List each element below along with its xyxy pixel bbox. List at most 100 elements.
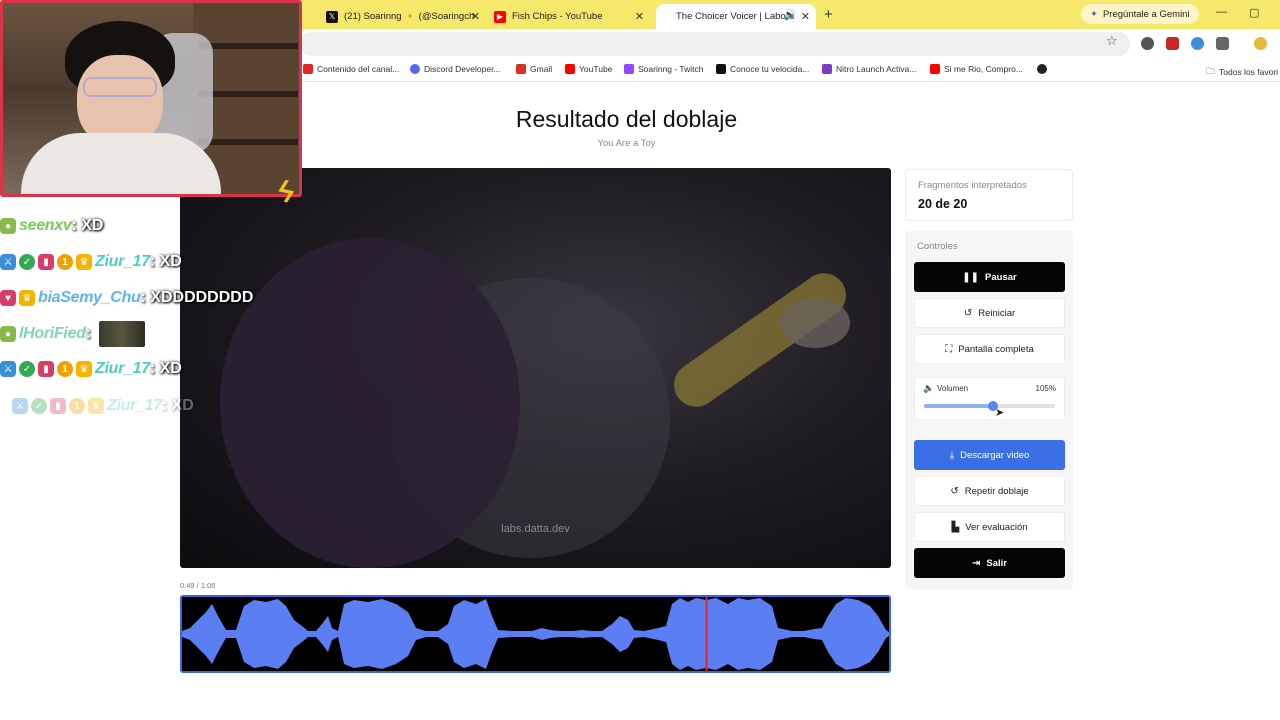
tab-youtube[interactable]: ▶ Fish Chips - YouTube ✕ [486, 4, 650, 29]
gemini-button[interactable]: ✦ Pregúntale a Gemini [1081, 4, 1199, 24]
video-frame-shape [220, 238, 520, 568]
bookmark-item[interactable]: Discord Developer... [410, 64, 501, 74]
tab-label: (21) Soarinng 🔸 (@Soaringch [344, 11, 475, 22]
chat-emote [98, 321, 145, 347]
chat-message: ● lHoriFied : [0, 320, 145, 348]
chat-username: Ziur_17 [107, 397, 162, 414]
youtube-icon [930, 64, 940, 74]
webcam-overlay [0, 0, 302, 197]
fullscreen-icon: ⛶ [945, 343, 953, 355]
sword-badge-icon: ⚔ [0, 254, 16, 270]
fullscreen-button[interactable]: ⛶ Pantalla completa [914, 334, 1065, 364]
bookmark-item[interactable] [1037, 64, 1047, 74]
crown-badge-icon: ♛ [88, 398, 104, 414]
exit-icon: ⇥ [972, 557, 981, 569]
minimize-icon[interactable]: — [1216, 6, 1227, 18]
exit-button[interactable]: ⇥ Salir [914, 548, 1065, 578]
star-icon[interactable]: ☆ [1106, 33, 1118, 49]
streamer-glasses [83, 77, 157, 97]
twitch-icon [624, 64, 634, 74]
chat-text: : XDDDDDDDD [140, 289, 254, 306]
sparkle-icon: ✦ [1090, 8, 1098, 20]
chat-username: seenxv [19, 217, 72, 234]
close-icon[interactable]: ✕ [635, 10, 644, 23]
download-icon: ⤓ [949, 449, 955, 461]
restart-icon: ↺ [963, 307, 973, 319]
address-bar[interactable] [300, 32, 1130, 56]
repeat-dub-button[interactable]: ↺ Repetir doblaje [914, 476, 1065, 506]
pause-label: Pausar [985, 271, 1017, 283]
youtube-icon [565, 64, 575, 74]
crown-badge-icon: ♛ [76, 254, 92, 270]
extension-icon[interactable] [1166, 37, 1179, 50]
chart-icon: ▙ [951, 521, 960, 533]
bookmark-item[interactable]: YouTube [565, 64, 612, 74]
rank-badge-icon: 1 [69, 398, 85, 414]
streamer-hoodie [21, 133, 221, 194]
pause-button[interactable]: ❚❚ Pausar [914, 262, 1065, 292]
bookmark-item[interactable]: Nitro Launch Activa... [822, 64, 916, 74]
volume-value: 105% [1035, 384, 1056, 393]
bookmark-label: Si me Rio, Compro... [944, 64, 1023, 74]
mouse-cursor-icon: ➤ [995, 407, 1005, 419]
crown-badge-icon: ♛ [19, 290, 35, 306]
download-video-button[interactable]: ⤓ Descargar video [914, 440, 1065, 470]
verified-badge-icon: ✓ [31, 398, 47, 414]
bookmark-label: Nitro Launch Activa... [836, 64, 917, 74]
video-player[interactable]: labs.datta.dev [180, 168, 891, 568]
heart-badge-icon: ♥ [0, 290, 16, 306]
verified-badge-icon: ✓ [19, 254, 35, 270]
menu-icon[interactable] [1254, 37, 1267, 50]
waveform-timeline[interactable] [180, 595, 891, 673]
bookmark-label: Soarinng - Twitch [638, 64, 704, 74]
view-evaluation-button[interactable]: ▙ Ver evaluación [914, 512, 1065, 542]
fragments-value: 20 de 20 [918, 197, 968, 211]
gift-badge-icon: ▮ [38, 361, 54, 377]
close-icon[interactable]: ✕ [801, 10, 810, 23]
video-frame-shape [780, 298, 850, 348]
timecode: 0:49 / 1:06 [180, 581, 216, 590]
evaluation-label: Ver evaluación [965, 521, 1028, 533]
repeat-icon: ↺ [950, 485, 959, 497]
controls-card: Controles ❚❚ Pausar ↺ Reiniciar ⛶ Pantal… [905, 231, 1073, 589]
maximize-icon[interactable]: ▢ [1249, 6, 1259, 19]
waveform-svg [182, 597, 889, 671]
chat-message: ♥ ♛ biaSemy_Chu : XDDDDDDDD [0, 284, 253, 312]
extension-icon[interactable] [1191, 37, 1204, 50]
speaker-icon[interactable]: 🔊 [784, 10, 796, 21]
video-watermark: labs.datta.dev [501, 523, 570, 535]
bookmark-item[interactable]: Soarinng - Twitch [624, 64, 704, 74]
fullscreen-label: Pantalla completa [958, 343, 1034, 355]
chat-text: : XD [71, 217, 104, 234]
puzzle-icon[interactable] [1216, 37, 1229, 50]
volume-slider[interactable] [924, 401, 1055, 411]
bookmark-item[interactable]: Contenido del canal... [303, 64, 399, 74]
verified-badge-icon: ✓ [19, 361, 35, 377]
close-icon[interactable]: ✕ [471, 10, 480, 23]
folder-icon: 🗀 [1206, 66, 1216, 76]
restart-button[interactable]: ↺ Reiniciar [914, 298, 1065, 328]
new-tab-icon[interactable]: + [824, 6, 833, 23]
volume-fill [924, 404, 994, 408]
emote-badge-icon: ● [0, 218, 16, 234]
sword-badge-icon: ⚔ [0, 361, 16, 377]
bookmark-item[interactable]: Conoce tu velocida... [716, 64, 809, 74]
bookmark-icon [822, 64, 832, 74]
chat-text: : XD [161, 397, 194, 414]
chat-message: ⚔ ✓ ▮ 1 ♛ Ziur_17 : XD [0, 355, 182, 383]
gift-badge-icon: ▮ [38, 254, 54, 270]
chat-text: : [85, 325, 91, 342]
bookmark-icon [716, 64, 726, 74]
sword-badge-icon: ⚔ [12, 398, 28, 414]
bookmark-item[interactable]: Si me Rio, Compro... [930, 64, 1023, 74]
gemini-label: Pregúntale a Gemini [1102, 8, 1190, 20]
bookmark-item[interactable]: Gmail [516, 64, 552, 74]
chat-username: Ziur_17 [95, 253, 150, 270]
all-bookmarks[interactable]: 🗀 Todos los favori [1206, 64, 1278, 80]
tab-choicer-voicer[interactable]: The Choicer Voicer | Labora 🔊 ✕ [656, 4, 816, 29]
globe-icon [1037, 64, 1047, 74]
tab-twitter[interactable]: 𝕏 (21) Soarinng 🔸 (@Soaringch ✕ [318, 4, 486, 29]
controls-label: Controles [917, 241, 958, 252]
extension-icon[interactable] [1141, 37, 1154, 50]
volume-label: Volumen [937, 384, 969, 393]
